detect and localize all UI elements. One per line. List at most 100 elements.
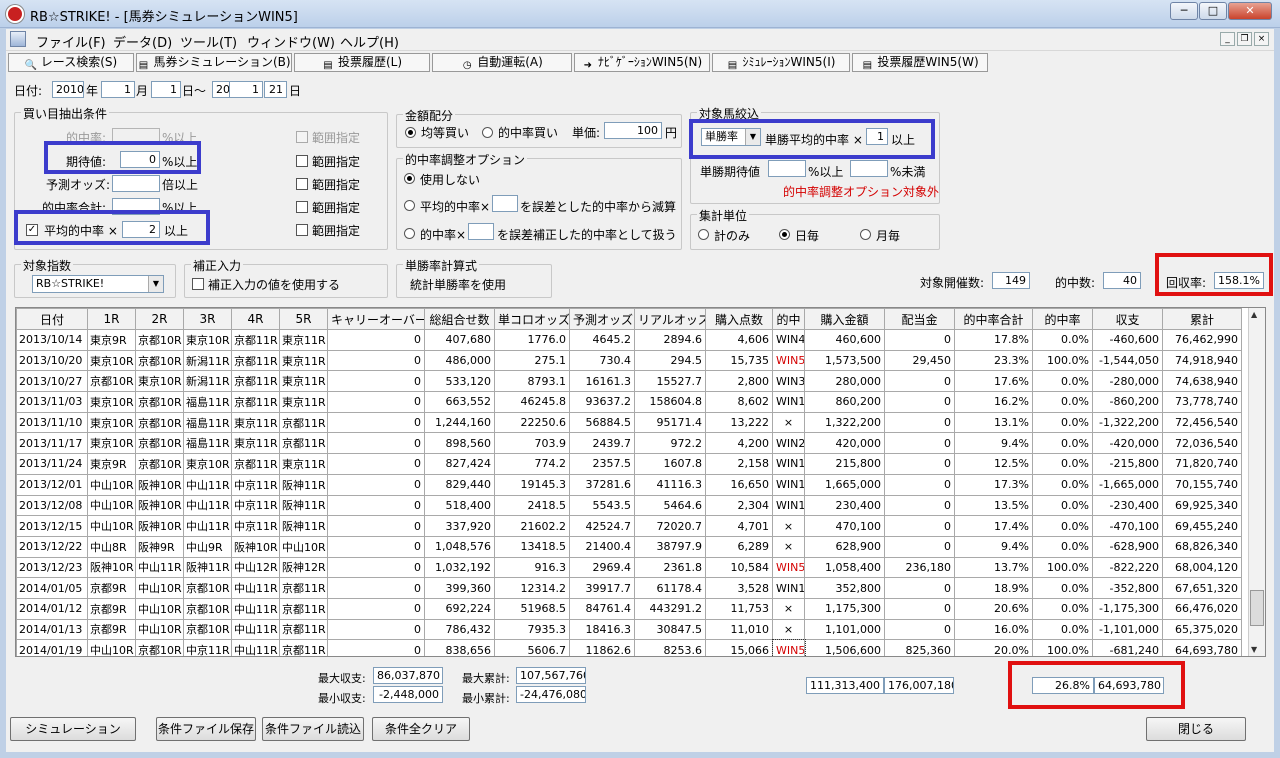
unit-price-input[interactable]: 100 bbox=[604, 122, 662, 139]
column-header[interactable]: 購入金額 bbox=[804, 308, 885, 330]
monthly-radio[interactable] bbox=[860, 229, 871, 240]
title-bar[interactable]: RB☆STRIKE! - [馬券シミュレーションWIN5] ─ □ ✕ bbox=[0, 0, 1280, 28]
adjust-hr-radio[interactable] bbox=[404, 228, 415, 239]
table-body: 2013/10/14 東京9R 京都10R 東京10R 京都11R 東京11R 0 407,6… bbox=[16, 329, 1242, 656]
mdi-close-button[interactable]: × bbox=[1254, 32, 1269, 46]
column-header[interactable]: 5R bbox=[279, 308, 328, 330]
odds-input[interactable] bbox=[112, 175, 160, 192]
range-checkbox-hit-rate[interactable] bbox=[296, 131, 308, 143]
table-row[interactable]: 2013/10/14 東京9R 京都10R 東京10R 京都11R 東京11R 0 407,6… bbox=[16, 329, 1242, 351]
to-month-input[interactable]: 1 bbox=[229, 81, 263, 98]
from-month-input[interactable]: 1 bbox=[101, 81, 135, 98]
column-header[interactable]: 日付 bbox=[16, 308, 88, 330]
from-year-input[interactable]: 2010 bbox=[52, 81, 84, 98]
table-row[interactable]: 2013/12/01 中山10R 阪神10R 中山11R 中京11R 阪神11R 0 829,… bbox=[16, 473, 1242, 496]
column-header[interactable]: 4R bbox=[231, 308, 280, 330]
from-day-input[interactable]: 1 bbox=[151, 81, 181, 98]
column-header[interactable]: キャリーオーバー bbox=[327, 308, 425, 330]
simulate-button[interactable]: シミュレーション bbox=[10, 717, 136, 741]
table-row[interactable]: 2013/12/08 中山10R 阪神10R 中山11R 中京11R 阪神11R 0 518,… bbox=[16, 494, 1242, 517]
table-row[interactable]: 2013/11/24 東京9R 京都10R 東京10R 京都11R 東京11R 0 827,4… bbox=[16, 453, 1242, 475]
tab-auto-run[interactable]: ◷ 自動運転(A) bbox=[432, 53, 572, 72]
tab-vote-history-win5[interactable]: ▤ 投票履歴WIN5(W) bbox=[852, 53, 988, 72]
daily-label: 日毎 bbox=[795, 229, 820, 243]
win-expect-max-input[interactable] bbox=[850, 160, 888, 177]
table-cell: 京都10R bbox=[135, 391, 184, 413]
table-row[interactable]: 2014/01/05 京都9R 中山10R 京都10R 中山11R 京都11R 0 399,3… bbox=[16, 577, 1242, 599]
table-row[interactable]: 2014/01/13 京都9R 中山10R 京都10R 中山11R 京都11R 0 786,4… bbox=[16, 618, 1242, 641]
table-row[interactable]: 2013/11/17 東京10R 京都10R 福島11R 東京11R 京都11R 0 898,… bbox=[16, 432, 1242, 455]
column-header[interactable]: 2R bbox=[135, 308, 184, 330]
column-header[interactable]: 的中率 bbox=[1032, 308, 1093, 330]
column-header[interactable]: 的中率合計 bbox=[954, 308, 1033, 330]
mdi-window-icon[interactable] bbox=[10, 31, 26, 47]
column-header[interactable]: 収支 bbox=[1092, 308, 1163, 330]
range-checkbox-expect[interactable] bbox=[296, 155, 308, 167]
adjust-none-radio[interactable] bbox=[404, 173, 415, 184]
mdi-restore-button[interactable]: ❐ bbox=[1237, 32, 1252, 46]
column-header[interactable]: 予測オッズ bbox=[569, 308, 635, 330]
range-checkbox-hit-total[interactable] bbox=[296, 201, 308, 213]
adjust-hr-input[interactable] bbox=[468, 223, 494, 240]
daily-radio[interactable] bbox=[779, 229, 790, 240]
table-cell: 京都10R bbox=[135, 432, 184, 455]
menu-file[interactable]: ファイル(F) bbox=[36, 32, 106, 51]
hit-rate-buy-radio[interactable] bbox=[482, 127, 493, 138]
load-conditions-button[interactable]: 条件ファイル読込 bbox=[262, 717, 364, 741]
to-day-input[interactable]: 21 bbox=[264, 81, 287, 98]
table-row[interactable]: 2013/11/10 東京10R 京都10R 福島11R 東京11R 京都11R 0 1,24… bbox=[16, 411, 1242, 434]
scroll-thumb[interactable] bbox=[1250, 590, 1264, 626]
close-window-button[interactable]: ✕ bbox=[1228, 2, 1272, 20]
use-correction-checkbox[interactable] bbox=[192, 278, 204, 290]
table-cell: 京都11R bbox=[279, 432, 328, 455]
adjust-avg-input[interactable] bbox=[492, 195, 518, 212]
column-header[interactable]: 総組合せ数 bbox=[424, 308, 495, 330]
document-icon: ▤ bbox=[862, 60, 873, 71]
even-buy-radio[interactable] bbox=[405, 127, 416, 138]
column-header[interactable]: 累計 bbox=[1162, 308, 1242, 330]
tab-race-search[interactable]: 🔍 レース検索(S) bbox=[8, 53, 134, 72]
table-row[interactable]: 2013/12/23 阪神10R 中山11R 阪神11R 中山12R 阪神12R 0 1,03… bbox=[16, 556, 1242, 579]
mdi-minimize-button[interactable]: _ bbox=[1220, 32, 1235, 46]
tab-navigation-win5[interactable]: ➜ ﾅﾋﾞｹﾞｰｼｮﾝWIN5(N) bbox=[574, 53, 710, 72]
column-header[interactable]: 購入点数 bbox=[705, 308, 773, 330]
close-button[interactable]: 閉じる bbox=[1146, 717, 1246, 741]
column-header[interactable]: 単コロオッズ bbox=[494, 308, 570, 330]
table-row[interactable]: 2014/01/19 中山10R 京都10R 中京11R 中山11R 京都11R 0 838,… bbox=[16, 638, 1242, 656]
table-row[interactable]: 2013/10/20 東京10R 京都10R 新潟11R 京都11R 東京11R 0 486,… bbox=[16, 349, 1242, 372]
table-cell: -352,800 bbox=[1092, 577, 1163, 599]
target-index-select[interactable]: RB☆STRIKE! ▼ bbox=[32, 275, 164, 293]
save-conditions-button[interactable]: 条件ファイル保存 bbox=[156, 717, 256, 741]
total-only-radio[interactable] bbox=[698, 229, 709, 240]
maximize-button[interactable]: □ bbox=[1199, 2, 1227, 20]
scroll-up-icon[interactable]: ▲ bbox=[1251, 310, 1257, 319]
tab-bet-simulation[interactable]: ▤ 馬券シミュレーション(B) bbox=[136, 53, 292, 72]
win-expect-min-input[interactable] bbox=[768, 160, 806, 177]
results-grid[interactable]: 日付 1R 2R 3R 4R 5R キャリーオーバー 総組合せ数 単コロオッズ 予測オッズ リアルオ… bbox=[15, 307, 1266, 657]
menu-help[interactable]: ヘルプ(H) bbox=[340, 32, 399, 51]
table-row[interactable]: 2013/12/22 中山8R 阪神9R 中山9R 阪神10R 中山10R 0 1,048,5… bbox=[16, 535, 1242, 558]
table-cell: 280,000 bbox=[804, 370, 885, 393]
minimize-button[interactable]: ─ bbox=[1170, 2, 1198, 20]
table-row[interactable]: 2013/12/15 中山10R 阪神10R 中山11R 中京11R 阪神11R 0 337,… bbox=[16, 515, 1242, 537]
vertical-scrollbar[interactable]: ▲ ▼ bbox=[1248, 308, 1265, 656]
column-header[interactable]: 3R bbox=[183, 308, 232, 330]
menu-window[interactable]: ウィンドウ(W) bbox=[247, 32, 335, 51]
tab-vote-history[interactable]: ▤ 投票履歴(L) bbox=[294, 53, 430, 72]
menu-tools[interactable]: ツール(T) bbox=[180, 32, 237, 51]
tab-simulation-win5[interactable]: ▤ ｼﾐｭﾚｰｼｮﾝWIN5(I) bbox=[712, 53, 850, 72]
column-header[interactable]: リアルオッズ bbox=[634, 308, 706, 330]
scroll-down-icon[interactable]: ▼ bbox=[1251, 645, 1257, 654]
adjust-avg-radio[interactable] bbox=[404, 200, 415, 211]
column-header[interactable]: 配当金 bbox=[884, 308, 955, 330]
column-header[interactable]: 的中 bbox=[772, 308, 805, 330]
column-header[interactable]: 1R bbox=[87, 308, 136, 330]
table-row[interactable]: 2013/11/03 東京10R 京都10R 福島11R 京都11R 東京11R 0 663,… bbox=[16, 391, 1242, 413]
range-checkbox-avg-hit[interactable] bbox=[296, 224, 308, 236]
table-cell: -860,200 bbox=[1092, 391, 1163, 413]
range-checkbox-odds[interactable] bbox=[296, 178, 308, 190]
clear-conditions-button[interactable]: 条件全クリア bbox=[372, 717, 470, 741]
menu-data[interactable]: データ(D) bbox=[113, 32, 172, 51]
table-row[interactable]: 2013/10/27 京都10R 東京10R 新潟11R 京都11R 東京11R 0 533,… bbox=[16, 370, 1242, 393]
table-row[interactable]: 2014/01/12 京都9R 中山10R 京都10R 中山11R 京都11R 0 692,2… bbox=[16, 597, 1242, 620]
